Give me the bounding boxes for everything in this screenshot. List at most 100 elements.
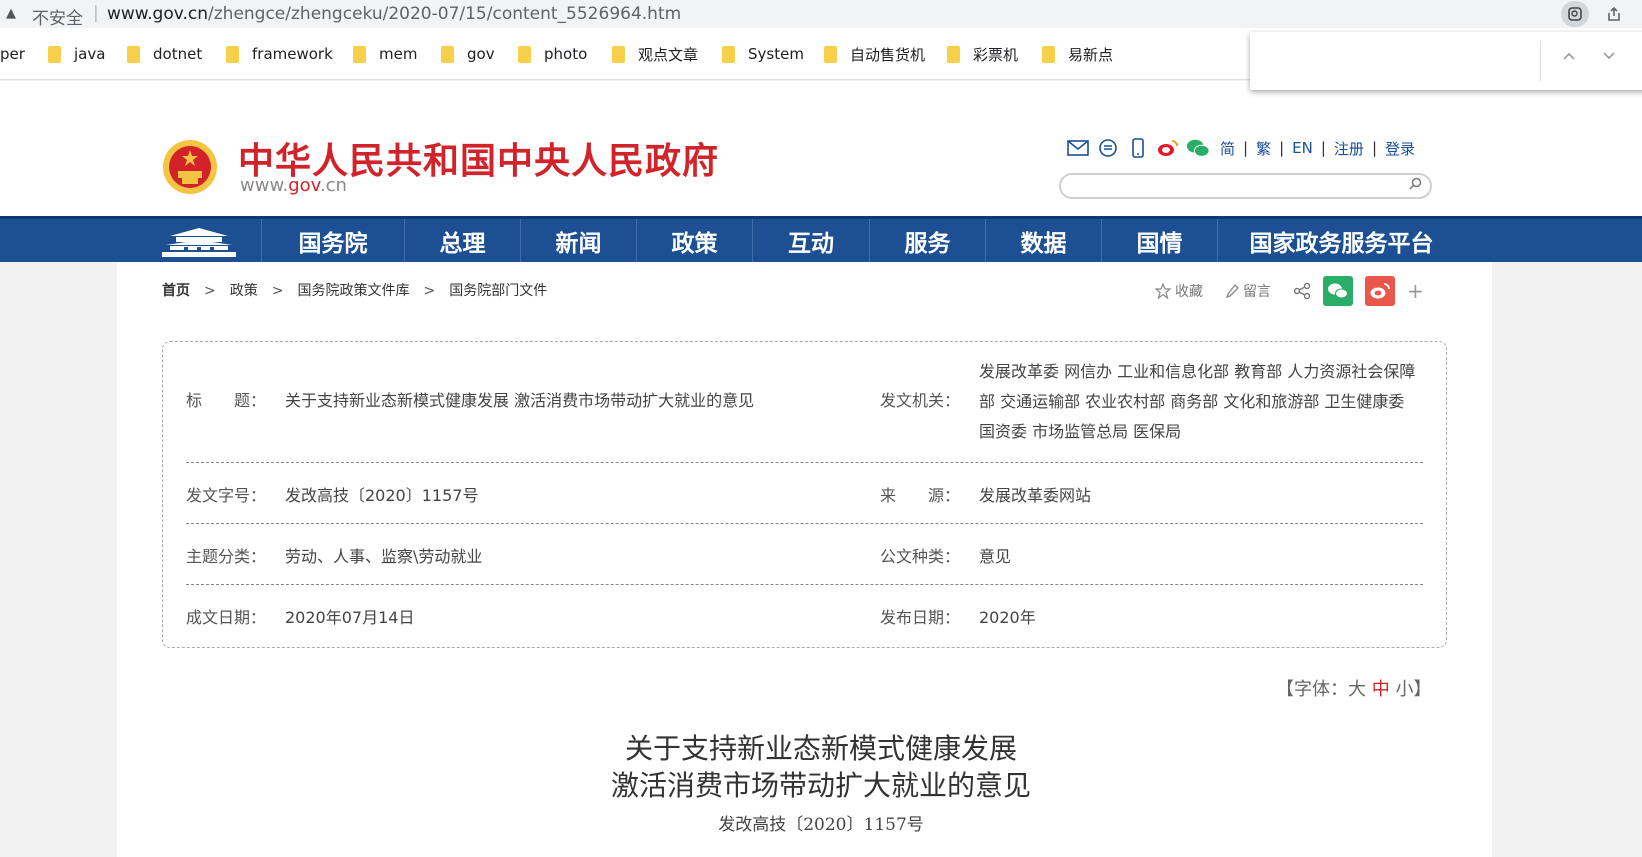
weibo-icon[interactable] — [1156, 137, 1180, 159]
chevron-up-icon[interactable] — [1562, 46, 1576, 65]
written-date-label: 成文日期： — [186, 608, 267, 627]
nav-item-national-info[interactable]: 国情 — [1101, 219, 1217, 262]
folder-icon — [824, 45, 837, 63]
folder-icon — [226, 45, 239, 63]
bookmark-item[interactable]: mem — [353, 44, 417, 64]
bookmark-label: dotnet — [153, 45, 203, 63]
bookmark-label: java — [74, 45, 106, 63]
nav-item-data[interactable]: 数据 — [985, 219, 1101, 262]
breadcrumb: 首页 > 政策 > 国务院政策文件库 > 国务院部门文件 — [162, 280, 547, 300]
find-bar — [1250, 32, 1642, 90]
nav-item-interaction[interactable]: 互动 — [752, 219, 869, 262]
tools-separator: | — [1371, 139, 1377, 157]
document-metadata: 标 题： 关于支持新业态新模式健康发展 激活消费市场带动扩大就业的意见 发文机关… — [162, 341, 1447, 648]
tiananmen-icon[interactable] — [160, 226, 238, 258]
meta-row: 主题分类： 劳动、人事、监察\劳动就业 公文种类： 意见 — [186, 524, 1423, 585]
bookmark-item[interactable]: gov — [441, 44, 495, 64]
tools-separator: | — [1279, 139, 1285, 157]
address-bar[interactable]: ▲ 不安全 | www.gov.cn/zhengce/zhengceku/202… — [0, 0, 1642, 29]
mobile-icon[interactable] — [1126, 137, 1150, 159]
register-link[interactable]: 注册 — [1334, 138, 1364, 159]
lang-traditional-link[interactable]: 繁 — [1256, 138, 1271, 159]
wechat-share-icon[interactable] — [1323, 276, 1353, 306]
bookmark-item[interactable]: 易新点 — [1042, 44, 1113, 64]
site-search-input[interactable] — [1059, 173, 1432, 199]
warning-icon[interactable]: ▲ — [6, 6, 16, 21]
issuer-label: 发文机关： — [880, 391, 961, 410]
url-text[interactable]: www.gov.cn/zhengce/zhengceku/2020-07/15/… — [107, 4, 681, 24]
comment-label: 留言 — [1243, 284, 1271, 300]
breadcrumb-arrow: > — [204, 283, 216, 299]
nav-item-policy[interactable]: 政策 — [636, 219, 752, 262]
comment-button[interactable]: 留言 — [1225, 281, 1271, 301]
folder-icon — [127, 45, 140, 63]
address-separator: | — [93, 3, 99, 23]
nav-item-service-platform[interactable]: 国家政务服务平台 — [1217, 219, 1465, 262]
docno-label: 发文字号： — [186, 486, 267, 505]
breadcrumb-policy-library[interactable]: 国务院政策文件库 — [297, 283, 409, 299]
bookmark-item[interactable]: java — [48, 44, 105, 64]
favorite-button[interactable]: 收藏 — [1155, 281, 1203, 301]
breadcrumb-home[interactable]: 首页 — [162, 283, 190, 299]
insecure-label[interactable]: 不安全 — [32, 4, 83, 29]
topic-value: 劳动、人事、监察\劳动就业 — [285, 547, 483, 566]
tools-separator: | — [1320, 139, 1326, 157]
breadcrumb-policy[interactable]: 政策 — [230, 283, 258, 299]
lang-english-link[interactable]: EN — [1292, 139, 1313, 157]
nav-item-services[interactable]: 服务 — [869, 219, 985, 262]
docno-value: 发改高技〔2020〕1157号 — [285, 486, 479, 505]
chat-icon[interactable] — [1096, 137, 1120, 159]
chevron-down-icon[interactable] — [1602, 46, 1616, 65]
url-path: /zhengce/zhengceku/2020-07/15/content_55… — [208, 4, 682, 24]
nav-item-premier[interactable]: 总理 — [404, 219, 520, 262]
bookmark-item[interactable]: 观点文章 — [612, 44, 698, 64]
bookmark-item[interactable]: framework — [226, 44, 333, 64]
bookmark-label: System — [748, 45, 804, 63]
font-size-switcher: 【字体：大 中 小】 — [1276, 675, 1431, 701]
font-size-medium[interactable]: 中 — [1372, 679, 1390, 700]
wechat-icon[interactable] — [1186, 137, 1210, 159]
bookmark-label: mem — [379, 45, 418, 63]
find-divider — [1540, 41, 1541, 81]
meta-row: 发文字号： 发改高技〔2020〕1157号 来 源： 发展改革委网站 — [186, 463, 1423, 524]
bookmark-item[interactable]: photo — [518, 44, 587, 64]
bookmark-label: 自动售货机 — [850, 45, 926, 64]
document-title-line2: 激活消费市场带动扩大就业的意见 — [610, 769, 1031, 802]
weibo-share-icon[interactable] — [1365, 276, 1395, 306]
doctype-value: 意见 — [979, 547, 1012, 566]
nav-item-news[interactable]: 新闻 — [520, 219, 636, 262]
document-title-line1: 关于支持新业态新模式健康发展 — [624, 732, 1017, 765]
bookmark-item[interactable]: 彩票机 — [947, 44, 1018, 64]
emblem-icon[interactable] — [160, 137, 220, 197]
lens-icon[interactable] — [1561, 1, 1589, 27]
bookmark-item[interactable]: per — [0, 44, 25, 64]
source-value: 发展改革委网站 — [979, 486, 1092, 505]
bookmark-label: gov — [467, 45, 495, 63]
font-size-small[interactable]: 小 — [1395, 679, 1413, 700]
bookmark-item[interactable]: dotnet — [127, 44, 202, 64]
domain-suffix: .cn — [319, 175, 347, 196]
font-size-large[interactable]: 大 — [1348, 679, 1366, 700]
mail-icon[interactable] — [1066, 137, 1090, 159]
folder-icon — [947, 45, 960, 63]
doctype-label: 公文种类： — [880, 547, 961, 566]
bookmark-item[interactable]: System — [722, 44, 804, 64]
domain-prefix: www. — [240, 175, 289, 196]
login-link[interactable]: 登录 — [1385, 138, 1415, 159]
breadcrumb-arrow: > — [423, 283, 436, 299]
share-icon[interactable] — [1600, 1, 1628, 27]
share-nodes-icon[interactable] — [1293, 282, 1311, 300]
bookmark-label: 易新点 — [1068, 45, 1114, 64]
publish-date-label: 发布日期： — [880, 608, 961, 627]
nav-item-state-council[interactable]: 国务院 — [261, 219, 404, 262]
title-value: 关于支持新业态新模式健康发展 激活消费市场带动扩大就业的意见 — [285, 391, 755, 410]
plus-icon[interactable]: + — [1407, 279, 1424, 303]
bookmark-label: photo — [544, 45, 588, 63]
bookmark-label: 彩票机 — [973, 45, 1019, 64]
folder-icon — [518, 45, 531, 63]
bookmark-item[interactable]: 自动售货机 — [824, 44, 925, 64]
search-icon[interactable] — [1409, 177, 1422, 194]
star-icon — [1155, 283, 1171, 299]
lang-simplified-link[interactable]: 简 — [1220, 138, 1235, 159]
breadcrumb-department-docs[interactable]: 国务院部门文件 — [449, 283, 547, 299]
